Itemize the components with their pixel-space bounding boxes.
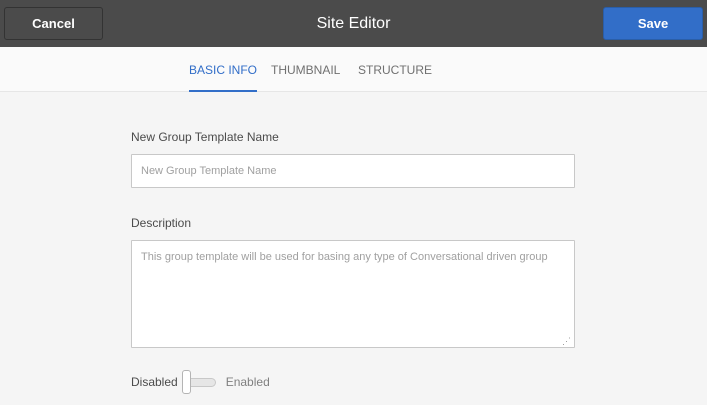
tab-bar: BASIC INFO THUMBNAIL STRUCTURE: [0, 47, 707, 92]
template-name-input[interactable]: [131, 154, 575, 188]
tab-basic-info[interactable]: BASIC INFO: [189, 47, 258, 92]
description-label: Description: [131, 216, 192, 230]
toggle-disabled-label: Disabled: [131, 375, 178, 389]
tab-structure[interactable]: STRUCTURE: [358, 47, 432, 92]
save-button[interactable]: Save: [603, 7, 703, 40]
template-name-label: New Group Template Name: [131, 130, 279, 144]
description-textarea[interactable]: [131, 240, 575, 348]
top-bar: Cancel Site Editor Save: [0, 0, 707, 47]
switch-knob[interactable]: [181, 370, 191, 394]
cancel-button[interactable]: Cancel: [4, 7, 103, 40]
enabled-toggle-row: Disabled Enabled: [131, 370, 270, 394]
tab-thumbnail[interactable]: THUMBNAIL: [271, 47, 340, 92]
page-title: Site Editor: [316, 14, 391, 32]
toggle-enabled-label: Enabled: [225, 375, 270, 389]
enabled-switch[interactable]: [181, 370, 220, 394]
